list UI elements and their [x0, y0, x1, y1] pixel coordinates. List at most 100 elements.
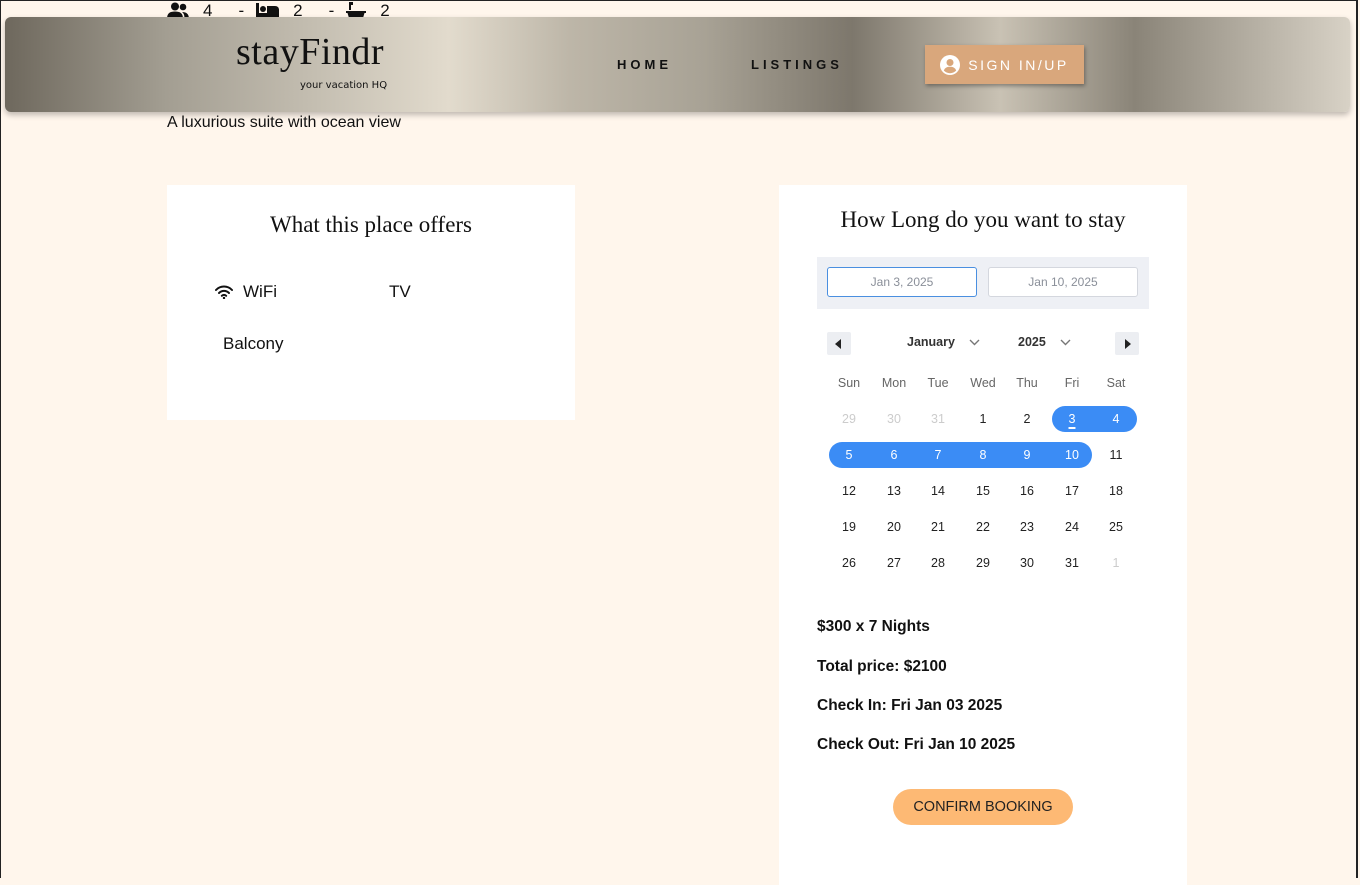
- day-number: 28: [931, 556, 945, 570]
- day-number: 23: [1020, 520, 1034, 534]
- calendar-day[interactable]: 16: [1005, 478, 1049, 504]
- weekday-label: Wed: [970, 376, 996, 390]
- calendar-day-outside[interactable]: 31: [916, 406, 960, 432]
- day-number: 24: [1065, 520, 1079, 534]
- day-number: 29: [842, 412, 856, 426]
- calendar-day-outside[interactable]: 1: [1094, 550, 1138, 576]
- month-select[interactable]: January: [907, 335, 980, 349]
- check-in-input[interactable]: Jan 3, 2025: [827, 267, 977, 297]
- day-number: 4: [1112, 412, 1120, 426]
- site-logo[interactable]: stayFindr: [236, 30, 384, 74]
- nav-listings-link[interactable]: LISTINGS: [751, 57, 843, 72]
- weekday-label: Thu: [1016, 376, 1038, 390]
- day-number: 1: [1112, 556, 1120, 570]
- calendar-day-outside[interactable]: 30: [872, 406, 916, 432]
- day-number: 20: [887, 520, 901, 534]
- calendar-day[interactable]: 14: [916, 478, 960, 504]
- day-number: 27: [887, 556, 901, 570]
- day-number: 14: [931, 484, 945, 498]
- total-price: Total price: $2100: [817, 658, 947, 675]
- amenity-tv: TV: [389, 282, 411, 302]
- previous-month-button[interactable]: [827, 332, 851, 355]
- weekday-label: Sun: [837, 376, 861, 390]
- calendar-day-selected[interactable]: 5: [827, 442, 871, 468]
- year-value: 2025: [1018, 335, 1046, 349]
- booking-card: How Long do you want to stay Jan 3, 2025…: [779, 185, 1187, 885]
- listing-description: A luxurious suite with ocean view: [167, 114, 401, 131]
- calendar-day[interactable]: 17: [1050, 478, 1094, 504]
- amenity-wifi: WiFi: [215, 282, 277, 302]
- date-range-inputs: Jan 3, 2025 Jan 10, 2025: [817, 257, 1149, 309]
- calendar-day[interactable]: 1: [961, 406, 1005, 432]
- confirm-booking-button[interactable]: CONFIRM BOOKING: [893, 789, 1073, 825]
- calendar-day[interactable]: 23: [1005, 514, 1049, 540]
- day-number: 15: [976, 484, 990, 498]
- calendar-day[interactable]: 2: [1005, 406, 1049, 432]
- chevron-down-icon: [969, 339, 980, 345]
- calendar-day-selected[interactable]: 10: [1050, 442, 1094, 468]
- day-number: 31: [931, 412, 945, 426]
- calendar-day[interactable]: 19: [827, 514, 871, 540]
- caret-right-icon: [1125, 338, 1131, 349]
- day-number: 31: [1065, 556, 1079, 570]
- calendar-day[interactable]: 29: [961, 550, 1005, 576]
- year-select[interactable]: 2025: [1018, 335, 1071, 349]
- caret-left-icon: [835, 338, 841, 349]
- day-number: 1: [979, 412, 987, 426]
- booking-title: How Long do you want to stay: [840, 207, 1126, 232]
- calendar-day[interactable]: 26: [827, 550, 871, 576]
- day-number: 16: [1020, 484, 1034, 498]
- calendar-day[interactable]: 21: [916, 514, 960, 540]
- calendar-day[interactable]: 13: [872, 478, 916, 504]
- calendar-day[interactable]: 27: [872, 550, 916, 576]
- calendar-day-selected[interactable]: 6: [872, 442, 916, 468]
- calendar-day-outside[interactable]: 29: [827, 406, 871, 432]
- day-number: 6: [890, 448, 898, 462]
- day-number: 19: [842, 520, 856, 534]
- calendar-day[interactable]: 18: [1094, 478, 1138, 504]
- calendar-day[interactable]: 25: [1094, 514, 1138, 540]
- calendar-day[interactable]: 28: [916, 550, 960, 576]
- nightly-price-summary: $300 x 7 Nights: [817, 618, 930, 635]
- next-month-button[interactable]: [1115, 332, 1139, 355]
- calendar-day[interactable]: 15: [961, 478, 1005, 504]
- calendar-day[interactable]: 31: [1050, 550, 1094, 576]
- weekday-label: Mon: [881, 376, 907, 390]
- nav-home-link[interactable]: HOME: [617, 57, 672, 72]
- day-number: 29: [976, 556, 990, 570]
- day-number: 12: [842, 484, 856, 498]
- check-out-input[interactable]: Jan 10, 2025: [988, 267, 1138, 297]
- weekday-label: Fri: [1064, 376, 1080, 390]
- calendar-day-selected[interactable]: 4: [1094, 406, 1138, 432]
- calendar-day[interactable]: 22: [961, 514, 1005, 540]
- day-number: 18: [1109, 484, 1123, 498]
- calendar-day[interactable]: 20: [872, 514, 916, 540]
- calendar-day[interactable]: 11: [1094, 442, 1138, 468]
- check-in-summary: Check In: Fri Jan 03 2025: [817, 697, 1003, 714]
- calendar-day-selected[interactable]: 9: [1005, 442, 1049, 468]
- day-number: 21: [931, 520, 945, 534]
- weekday-label: Tue: [927, 376, 949, 390]
- calendar-day[interactable]: 30: [1005, 550, 1049, 576]
- day-number: 3: [1068, 412, 1076, 426]
- day-number: 5: [845, 448, 853, 462]
- day-number: 11: [1109, 448, 1123, 462]
- day-number: 25: [1109, 520, 1123, 534]
- day-number: 7: [934, 448, 942, 462]
- day-number: 30: [887, 412, 901, 426]
- amenities-title: What this place offers: [269, 212, 473, 237]
- calendar-day-selected[interactable]: 8: [961, 442, 1005, 468]
- wifi-icon: [215, 285, 233, 299]
- day-number: 9: [1023, 448, 1031, 462]
- account-circle-icon: [940, 54, 961, 75]
- calendar-day[interactable]: 12: [827, 478, 871, 504]
- sign-in-button[interactable]: SIGN IN/UP: [925, 45, 1084, 84]
- day-number: 10: [1065, 448, 1079, 462]
- month-value: January: [907, 335, 955, 349]
- amenity-label: TV: [389, 282, 411, 301]
- check-out-summary: Check Out: Fri Jan 10 2025: [817, 736, 1016, 753]
- amenity-balcony: Balcony: [223, 334, 283, 354]
- calendar-day-selected[interactable]: 7: [916, 442, 960, 468]
- calendar-day[interactable]: 24: [1050, 514, 1094, 540]
- calendar-day-selected[interactable]: 3: [1050, 406, 1094, 432]
